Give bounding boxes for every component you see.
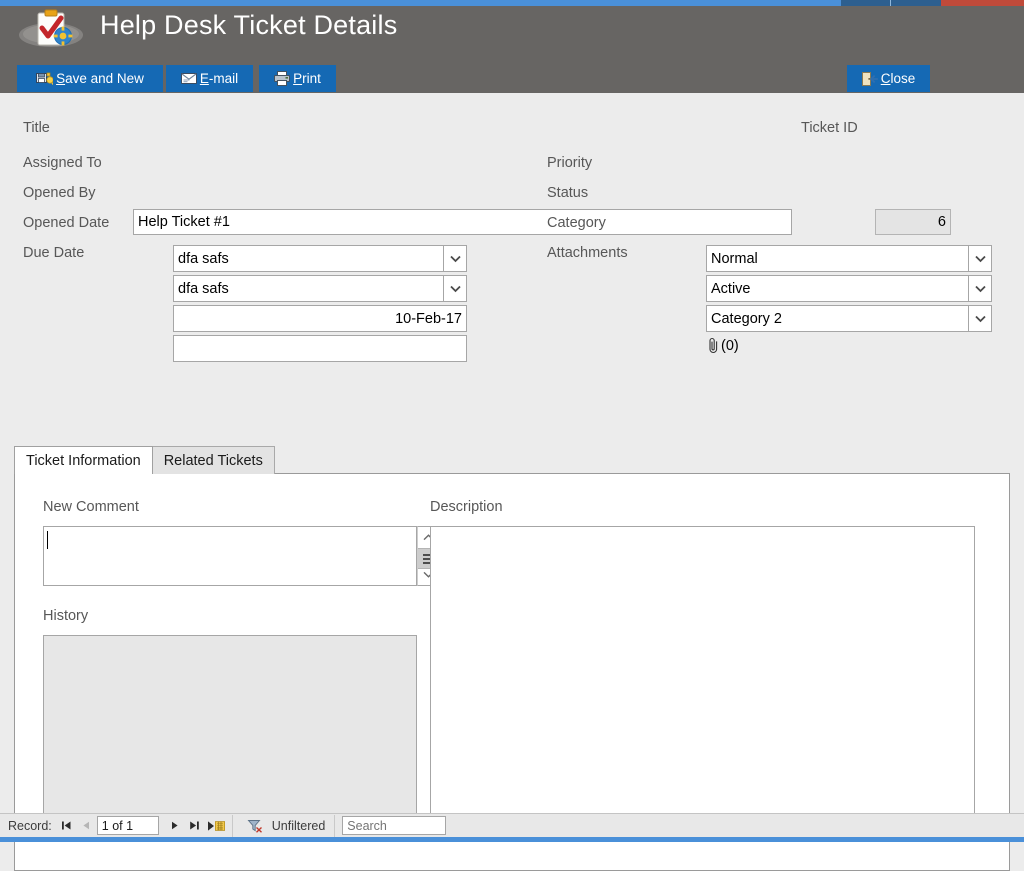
save-and-new-label: Save and New [56, 71, 144, 86]
description-input[interactable] [430, 526, 975, 835]
printer-icon [274, 71, 291, 86]
new-comment-input[interactable] [43, 526, 417, 586]
priority-value: Normal [711, 250, 758, 267]
tab-related-tickets[interactable]: Related Tickets [151, 446, 275, 474]
attachments-control[interactable]: (0) [707, 337, 739, 354]
page-title: Help Desk Ticket Details [100, 10, 398, 40]
nav-divider [231, 814, 233, 837]
assigned-to-value: dfa safs [178, 250, 229, 267]
ticket-id-label: Ticket ID [801, 120, 858, 136]
tab-page-ticket-information: New Comment History Description [14, 473, 1010, 871]
opened-date-input[interactable] [173, 305, 467, 332]
opened-by-combobox[interactable]: dfa safs [173, 275, 467, 302]
app-header: Help Desk Ticket Details Save and New E-… [0, 6, 1024, 93]
clipboard-checkmark-gear-icon [18, 8, 84, 52]
chevron-down-icon[interactable] [968, 306, 991, 331]
close-form-button[interactable]: Close [847, 65, 930, 92]
history-field [43, 635, 417, 835]
save-new-record-icon [36, 71, 57, 86]
opened-by-value: dfa safs [178, 280, 229, 297]
last-record-icon[interactable] [185, 816, 205, 836]
title-label: Title [23, 120, 50, 136]
envelope-icon [180, 72, 197, 85]
description-label: Description [430, 499, 503, 515]
print-button[interactable]: Print [259, 65, 336, 92]
new-comment-label: New Comment [43, 499, 139, 515]
opened-date-label: Opened Date [23, 215, 110, 231]
text-caret [47, 531, 48, 549]
tab-strip: Ticket Information Related Tickets [14, 446, 275, 474]
nav-divider-2 [334, 814, 336, 837]
close-label: Close [880, 71, 916, 86]
status-label: Status [547, 185, 589, 201]
filter-status-label: Unfiltered [271, 818, 326, 833]
new-record-icon[interactable] [205, 816, 229, 836]
exit-door-icon [861, 71, 878, 86]
bottom-accent-strip [0, 837, 1024, 842]
record-navigation-bar: Record: 1 of 1 Unfiltered Search [0, 813, 1024, 837]
chevron-down-icon[interactable] [968, 246, 991, 271]
due-date-label: Due Date [23, 245, 85, 261]
assigned-to-combobox[interactable]: dfa safs [173, 245, 467, 272]
opened-by-label: Opened By [23, 185, 96, 201]
email-button[interactable]: E-mail [166, 65, 253, 92]
email-label: E-mail [199, 71, 239, 86]
record-label: Record: [8, 818, 52, 833]
search-input[interactable] [342, 816, 447, 835]
priority-label: Priority [547, 155, 593, 171]
previous-record-icon[interactable] [77, 816, 97, 836]
filter-icon[interactable] [242, 816, 268, 836]
category-value: Category 2 [711, 310, 782, 327]
due-date-input[interactable] [173, 335, 467, 362]
tab-ticket-information-label: Ticket Information [26, 452, 141, 469]
next-record-icon[interactable] [165, 816, 185, 836]
save-and-new-button[interactable]: Save and New [17, 65, 163, 92]
chevron-down-icon[interactable] [968, 276, 991, 301]
title-input[interactable] [133, 209, 792, 235]
form-body: Title Ticket ID Assigned To dfa safs Ope… [0, 93, 1024, 871]
status-combobox[interactable]: Active [706, 275, 992, 302]
category-combobox[interactable]: Category 2 [706, 305, 992, 332]
status-value: Active [711, 280, 751, 297]
ticket-id-field [875, 209, 951, 235]
first-record-icon[interactable] [57, 816, 77, 836]
assigned-to-label: Assigned To [23, 155, 102, 171]
priority-combobox[interactable]: Normal [706, 245, 992, 272]
paperclip-icon [707, 337, 720, 354]
tab-related-tickets-label: Related Tickets [163, 452, 263, 469]
record-position-input[interactable] [96, 816, 159, 835]
chevron-down-icon[interactable] [443, 276, 466, 301]
history-label: History [43, 608, 89, 624]
print-label: Print [293, 71, 321, 86]
category-label: Category [547, 215, 606, 231]
attachments-label: Attachments [547, 245, 628, 261]
tab-ticket-information[interactable]: Ticket Information [14, 446, 153, 474]
attachments-count: (0) [721, 337, 739, 354]
chevron-down-icon[interactable] [443, 246, 466, 271]
